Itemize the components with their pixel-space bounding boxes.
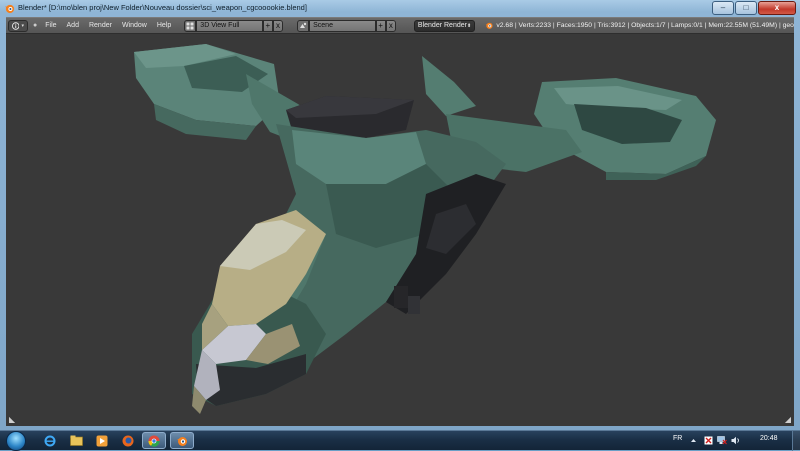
taskbar-media-player[interactable] bbox=[90, 432, 114, 449]
menu-help[interactable]: Help bbox=[152, 20, 176, 32]
menu-render[interactable]: Render bbox=[84, 20, 117, 32]
minimize-button[interactable]: – bbox=[712, 1, 734, 15]
clock[interactable]: 20:48 bbox=[760, 435, 778, 442]
blender-window: Blender* [D:\mo\blen proj\New Folder\Nou… bbox=[0, 0, 800, 430]
scene-selector[interactable] bbox=[297, 19, 310, 32]
show-hidden-icons-icon[interactable] bbox=[690, 437, 697, 444]
menu-file[interactable]: File bbox=[40, 20, 61, 32]
scene-icon bbox=[300, 22, 307, 28]
dropdown-arrows-icon: ⬍ bbox=[466, 22, 472, 29]
window-titlebar[interactable]: Blender* [D:\mo\blen proj\New Folder\Nou… bbox=[0, 0, 800, 17]
start-orb-icon[interactable] bbox=[6, 431, 26, 451]
blender-logo-icon bbox=[485, 22, 493, 29]
volume-icon[interactable] bbox=[731, 436, 741, 445]
taskbar-explorer[interactable] bbox=[64, 432, 88, 449]
blender-logo-icon bbox=[4, 4, 15, 14]
collapse-menus-button[interactable]: ● bbox=[30, 20, 40, 32]
window-title: Blender* [D:\mo\blen proj\New Folder\Nou… bbox=[18, 3, 307, 12]
windows-taskbar: FR 20:48 bbox=[0, 430, 800, 451]
maximize-button[interactable]: □ bbox=[735, 1, 757, 15]
menu-window[interactable]: Window bbox=[117, 20, 152, 32]
firefox-icon bbox=[122, 435, 134, 446]
render-engine-dropdown[interactable]: Blender Render ⬍ bbox=[413, 19, 476, 32]
3d-viewport[interactable]: ◣ ◢ bbox=[6, 34, 794, 426]
media-player-icon bbox=[96, 435, 108, 446]
taskbar-firefox[interactable] bbox=[116, 432, 140, 449]
delete-scene-button[interactable]: x bbox=[385, 19, 396, 32]
chrome-icon bbox=[148, 435, 160, 447]
taskbar-ie[interactable] bbox=[38, 432, 62, 449]
delete-screen-button[interactable]: x bbox=[272, 19, 284, 32]
show-desktop-button[interactable] bbox=[792, 431, 800, 451]
render-engine-name: Blender Render bbox=[417, 22, 467, 29]
screen-layout-name: 3D View Full bbox=[200, 22, 240, 29]
window-controls: – □ x bbox=[711, 1, 796, 15]
blender-taskbar-icon bbox=[177, 436, 187, 446]
scene-statistics: v2.68 | Verts:2233 | Faces:1950 | Tris:3… bbox=[496, 22, 794, 29]
language-indicator[interactable]: FR bbox=[673, 435, 682, 442]
screen-layout-icon bbox=[186, 22, 194, 29]
blender-info-header: ▾ ● File Add Render Window Help 3D View … bbox=[6, 17, 794, 34]
taskbar-chrome[interactable] bbox=[142, 432, 166, 449]
explorer-icon bbox=[69, 435, 83, 446]
close-button[interactable]: x bbox=[758, 1, 796, 15]
viewport-resize-corner-bottom-right[interactable]: ◢ bbox=[785, 416, 791, 424]
menu-add[interactable]: Add bbox=[62, 20, 84, 32]
viewport-resize-corner-bottom-left[interactable]: ◣ bbox=[9, 416, 15, 424]
scene-field[interactable]: Scene bbox=[309, 19, 376, 32]
taskbar-blender[interactable] bbox=[170, 432, 194, 449]
info-editor-icon bbox=[12, 21, 20, 30]
add-screen-button[interactable]: + bbox=[262, 19, 273, 32]
add-scene-button[interactable]: + bbox=[375, 19, 386, 32]
scene-name: Scene bbox=[313, 22, 333, 29]
screen-layout-field[interactable]: 3D View Full bbox=[196, 19, 263, 32]
dropship-model bbox=[134, 44, 716, 414]
ie-icon bbox=[44, 435, 56, 446]
network-icon[interactable] bbox=[717, 436, 727, 445]
flag-icon[interactable] bbox=[704, 436, 713, 445]
editor-type-button[interactable]: ▾ bbox=[8, 19, 28, 32]
screen-layout-selector[interactable] bbox=[184, 19, 197, 32]
